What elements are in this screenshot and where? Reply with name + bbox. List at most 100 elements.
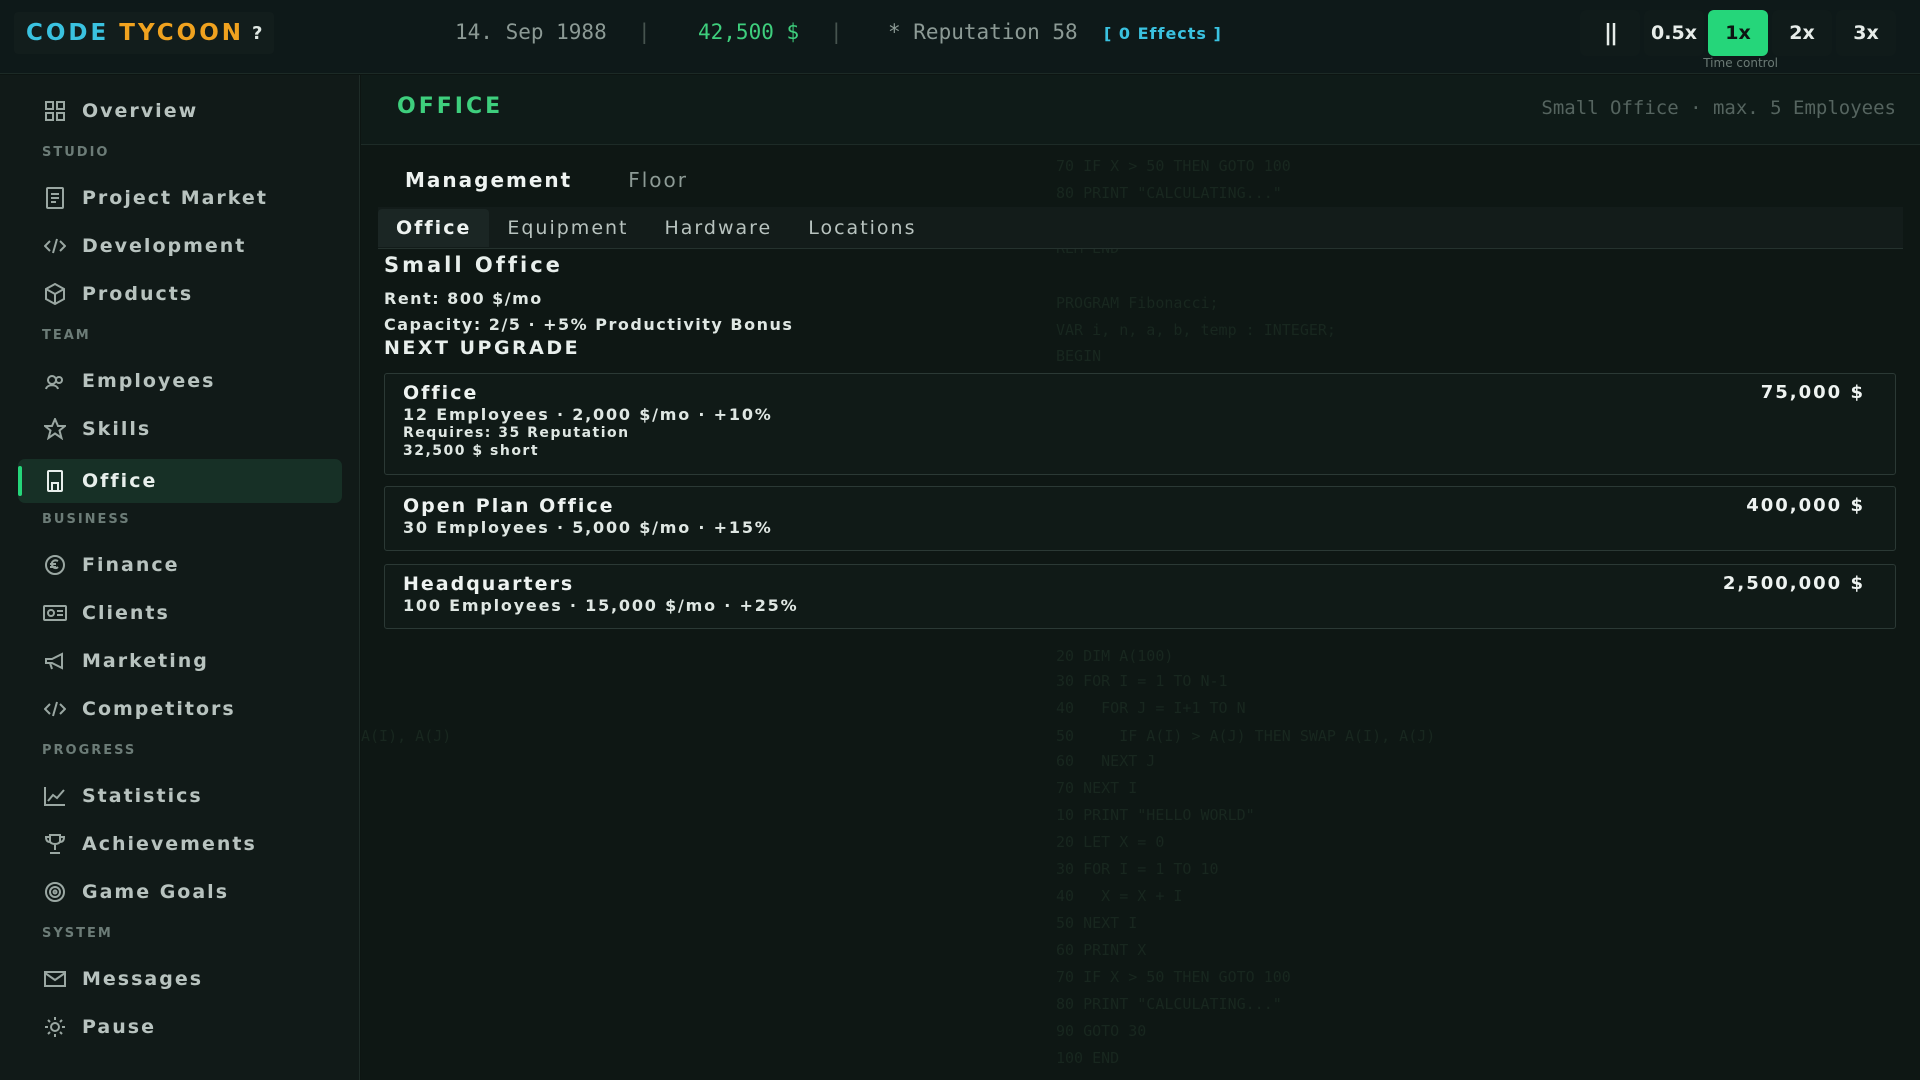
logo-word-code: CODE [26,20,110,46]
people-icon [42,368,68,394]
subtab-locations[interactable]: Locations [790,207,934,249]
office-meta: Small Office · max. 5 Employees [1541,97,1896,119]
sidebar-item-label: Finance [82,554,180,576]
box-icon [42,281,68,307]
sidebar-item-competitors[interactable]: Competitors [18,687,342,731]
top-bar: CODE TYCOON ? 14. Sep 1988 | 42,500 $ | … [0,0,1920,74]
line-chart-icon [42,783,68,809]
sidebar-item-project-market[interactable]: Project Market [18,176,342,220]
sidebar-item-finance[interactable]: Finance [18,543,342,587]
subtab-bar: Office Equipment Hardware Locations [378,207,1903,249]
subtab-office[interactable]: Office [378,208,490,247]
upgrade-name: Headquarters [403,573,575,595]
upgrade-price: 2,500,000 $ [1722,573,1865,594]
trophy-icon [42,831,68,857]
time-control-label: Time control [1703,56,1778,70]
megaphone-icon [42,648,68,674]
speed-1x-button[interactable]: 1x [1708,10,1768,56]
sidebar-section-business: BUSINESS [42,512,131,527]
logo-word-tycoon: TYCOON [119,20,245,46]
code-icon [42,233,68,259]
upgrade-price: 75,000 $ [1760,382,1865,403]
tab-bar: Management Floor [387,155,726,211]
sidebar-item-statistics[interactable]: Statistics [18,774,342,818]
current-office-info: Small Office Rent: 800 $/mo Capacity: 2/… [384,253,792,359]
separator: | [638,20,651,44]
sidebar-item-label: Clients [82,602,170,624]
upgrade-name: Office [403,382,479,404]
speed-3x-button[interactable]: 3x [1836,10,1896,56]
page-title: OFFICE [397,94,504,119]
subtab-hardware[interactable]: Hardware [647,207,791,249]
sidebar-item-development[interactable]: Development [18,224,342,268]
separator: | [830,20,843,44]
sidebar-item-game-goals[interactable]: Game Goals [18,870,342,914]
time-control: || 0.5x 1x 2x 3x [1580,10,1896,56]
tab-floor[interactable]: Floor [610,155,706,205]
effects-button[interactable]: [ 0 Effects ] [1104,24,1222,43]
target-icon [42,879,68,905]
game-date: 14. Sep 1988 [455,20,607,44]
star-icon [42,416,68,442]
sidebar-item-label: Overview [82,100,199,122]
subtab-equipment[interactable]: Equipment [489,207,646,249]
grid-icon [42,98,68,124]
speed-0.5x-button[interactable]: 0.5x [1644,10,1704,56]
speed-2x-button[interactable]: 2x [1772,10,1832,56]
sidebar-item-label: Statistics [82,785,203,807]
sidebar-item-employees[interactable]: Employees [18,359,342,403]
upgrade-requirement: Requires: 35 Reputation [403,425,630,441]
current-office-rent: Rent: 800 $/mo [384,289,543,308]
upgrade-card-office[interactable]: Office 12 Employees · 2,000 $/mo · +10% … [384,373,1896,475]
sidebar-item-label: Achievements [82,833,257,855]
sidebar-item-overview[interactable]: Overview [18,89,342,133]
money-display: 42,500 $ [698,20,800,44]
current-office-name: Small Office [384,253,563,277]
main-panel: 70 IF X > 50 THEN GOTO 100 80 PRINT "CAL… [361,75,1920,1080]
upgrade-stats: 100 Employees · 15,000 $/mo · +25% [403,596,799,615]
sidebar-item-messages[interactable]: Messages [18,957,342,1001]
next-upgrade-heading: NEXT UPGRADE [384,337,581,359]
id-card-icon [42,600,68,626]
sidebar-item-label: Skills [82,418,152,440]
sidebar-item-clients[interactable]: Clients [18,591,342,635]
code-icon [42,696,68,722]
upgrade-name: Open Plan Office [403,495,615,517]
sidebar-item-pause[interactable]: Pause [18,1005,342,1049]
upgrade-stats: 12 Employees · 2,000 $/mo · +10% [403,405,773,424]
tab-management[interactable]: Management [387,155,591,211]
sidebar-item-label: Products [82,283,194,305]
sidebar-section-team: TEAM [42,328,91,343]
sidebar-item-label: Employees [82,370,216,392]
sidebar-item-office[interactable]: Office [18,459,342,503]
sidebar-item-label: Messages [82,968,204,990]
upgrade-shortfall: 32,500 $ short [403,443,540,459]
sidebar-item-achievements[interactable]: Achievements [18,822,342,866]
sidebar-item-products[interactable]: Products [18,272,342,316]
help-button[interactable]: ? [252,23,262,44]
sidebar-item-label: Pause [82,1016,156,1038]
document-icon [42,185,68,211]
building-icon [42,468,68,494]
game-logo[interactable]: CODE TYCOON ? [14,12,275,54]
sidebar-section-studio: STUDIO [42,145,110,160]
reputation-display: * Reputation 58 [888,20,1078,44]
sidebar-section-progress: PROGRESS [42,743,137,758]
sidebar: Overview STUDIO Project Market Developme… [0,75,360,1080]
sidebar-section-system: SYSTEM [42,926,113,941]
sidebar-item-skills[interactable]: Skills [18,407,342,451]
upgrade-price: 400,000 $ [1746,495,1865,516]
gear-icon [42,1014,68,1040]
upgrade-card-open-plan-office[interactable]: Open Plan Office 30 Employees · 5,000 $/… [384,486,1896,551]
current-office-capacity: Capacity: 2/5 · +5% Productivity Bonus [384,315,794,334]
coin-icon [42,552,68,578]
mail-icon [42,966,68,992]
sidebar-item-label: Office [82,470,158,492]
upgrade-card-headquarters[interactable]: Headquarters 100 Employees · 15,000 $/mo… [384,564,1896,629]
pause-button[interactable]: || [1580,10,1640,56]
sidebar-item-label: Game Goals [82,881,230,903]
page-header: OFFICE Small Office · max. 5 Employees [361,75,1920,145]
sidebar-item-marketing[interactable]: Marketing [18,639,342,683]
sidebar-item-label: Competitors [82,698,236,720]
sidebar-item-label: Development [82,235,247,257]
